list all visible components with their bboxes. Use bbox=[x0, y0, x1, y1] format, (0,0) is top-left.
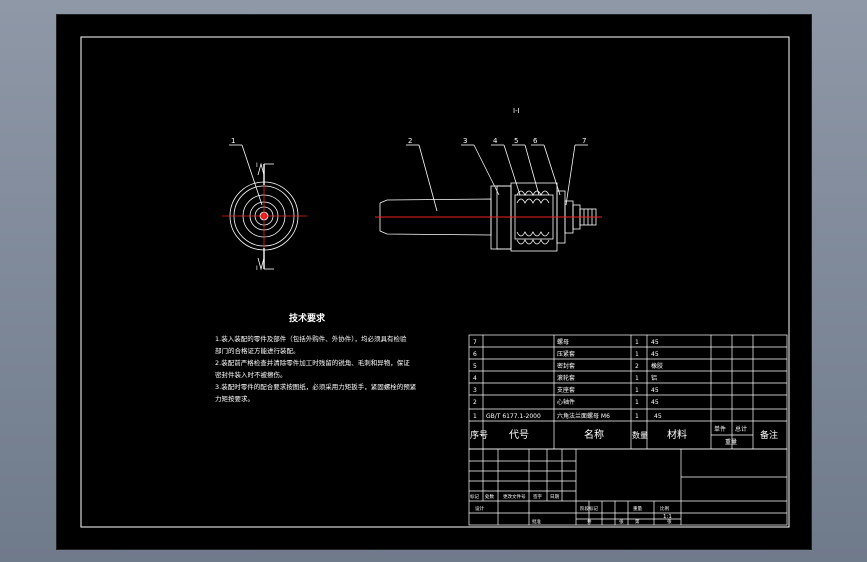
balloon-1: 1 bbox=[231, 137, 235, 145]
balloon-7: 7 bbox=[582, 137, 586, 145]
bom-row-no: 4 bbox=[473, 375, 477, 382]
scale-label: 比例 bbox=[660, 505, 669, 512]
header-material: 材料 bbox=[667, 428, 687, 441]
designer-label: 设计 bbox=[475, 505, 484, 512]
header-total-weight: 总计 bbox=[735, 425, 747, 433]
title-block-text: 标记 处数 更改文件号 签字 日期 设计 阶段标记 重量 比例 1:1 批准 共… bbox=[470, 493, 672, 525]
bom-row-no: 1 bbox=[473, 413, 477, 420]
tech-req-line: 1.装入装配的零件及部件（包括外购件、外协件），均必须具有检验 bbox=[215, 335, 407, 343]
bom-row-qty: 1 bbox=[635, 399, 639, 406]
bom-row-name: 支座套 bbox=[557, 386, 575, 394]
tech-req-line: 部门的合格证方能进行装配。 bbox=[215, 347, 300, 355]
bom-row-qty: 1 bbox=[635, 413, 639, 420]
bom-row-no: 5 bbox=[473, 363, 477, 370]
rev-label-sign: 签字 bbox=[533, 493, 542, 500]
header-code: 代号 bbox=[509, 429, 529, 441]
header-qty: 数量 bbox=[632, 430, 648, 440]
bom-row-name: 滚轮套 bbox=[557, 374, 575, 382]
bom-row-qty: 1 bbox=[635, 339, 639, 346]
bom-row-material: 45 bbox=[651, 387, 659, 394]
bom-rows: 7 螺母 1 45 6 压紧套 1 45 5 密封套 2 橡胶 4 滚轮套 1 … bbox=[473, 338, 663, 420]
bom-row-name: 密封套 bbox=[557, 362, 575, 370]
header-unit-weight: 单件 bbox=[714, 425, 726, 433]
inner-frame bbox=[80, 36, 790, 528]
bom-row-material: 45 bbox=[651, 399, 659, 406]
title-block bbox=[468, 448, 788, 526]
weight-label: 重量 bbox=[633, 505, 642, 512]
stage-label: 阶段标记 bbox=[580, 505, 598, 512]
cad-drawing: I-I I I 1 2 3 4 5 6 7 7 螺母 1 45 6 压紧套 1 … bbox=[80, 36, 790, 528]
bom-row-qty: 1 bbox=[635, 351, 639, 358]
bom-row-name: 螺母 bbox=[557, 338, 569, 346]
bom-row-qty: 1 bbox=[635, 375, 639, 382]
tech-req-line: 密封件装入时不被擦伤。 bbox=[215, 371, 287, 379]
bom-row-name: 压紧套 bbox=[557, 350, 575, 358]
rev-label-mark: 标记 bbox=[470, 493, 479, 500]
bom-row-no: 2 bbox=[473, 399, 477, 406]
sheet-total-label: 共 bbox=[587, 518, 592, 525]
header-weight: 重量 bbox=[725, 438, 737, 446]
bom-row-qty: 1 bbox=[635, 387, 639, 394]
balloon-3: 3 bbox=[463, 137, 467, 145]
drawing-sheet: I-I I I 1 2 3 4 5 6 7 7 螺母 1 45 6 压紧套 1 … bbox=[56, 14, 812, 550]
balloon-5: 5 bbox=[514, 137, 518, 145]
end-view bbox=[222, 144, 307, 271]
bom-row-qty: 2 bbox=[635, 363, 639, 370]
bom-row-material: 铝 bbox=[651, 374, 657, 382]
section-mark-bottom: I bbox=[256, 265, 258, 272]
sheet-current-label: 第 bbox=[635, 518, 640, 525]
bom-row-name: 六角法兰面螺母 M6 bbox=[557, 412, 610, 420]
bom-row-code: GB/T 6177.1-2000 bbox=[486, 413, 541, 420]
tech-req-line: 2.装配前严格检查并清除零件加工时残留的锐角、毛刺和异物，保证 bbox=[215, 359, 410, 367]
tech-req-line: 3.装配时零件的配合要求按图纸，必须采用力矩扳手，紧固螺栓的预紧 bbox=[215, 383, 417, 391]
balloon-6: 6 bbox=[533, 137, 538, 145]
rev-label-count: 处数 bbox=[485, 493, 494, 500]
tech-req-title: 技术要求 bbox=[289, 314, 326, 324]
header-remarks: 备注 bbox=[760, 429, 778, 441]
bom-row-no: 3 bbox=[473, 387, 477, 394]
tech-req-line: 力矩按要求。 bbox=[215, 395, 254, 403]
sheet-total-unit: 张 bbox=[619, 518, 624, 525]
rev-label-doc: 更改文件号 bbox=[503, 493, 526, 500]
bom-row-material: 45 bbox=[654, 413, 662, 420]
bom-row-material: 45 bbox=[651, 351, 659, 358]
bom-row-material: 45 bbox=[651, 339, 659, 346]
sheet-current-unit: 张 bbox=[667, 518, 672, 525]
bom-row-name: 心轴件 bbox=[557, 398, 575, 406]
bom-row-no: 7 bbox=[473, 339, 477, 346]
header-name: 名称 bbox=[584, 428, 604, 441]
balloon-2: 2 bbox=[408, 137, 412, 145]
section-view bbox=[375, 144, 602, 252]
balloon-4: 4 bbox=[493, 137, 498, 145]
bom-row-no: 6 bbox=[473, 351, 477, 358]
header-no: 序号 bbox=[470, 429, 488, 441]
rev-label-date: 日期 bbox=[550, 494, 559, 500]
section-mark-top: I bbox=[256, 162, 258, 169]
bom-row-material: 橡胶 bbox=[651, 362, 663, 370]
approval-label: 批准 bbox=[532, 518, 541, 525]
section-label: I-I bbox=[513, 107, 520, 115]
